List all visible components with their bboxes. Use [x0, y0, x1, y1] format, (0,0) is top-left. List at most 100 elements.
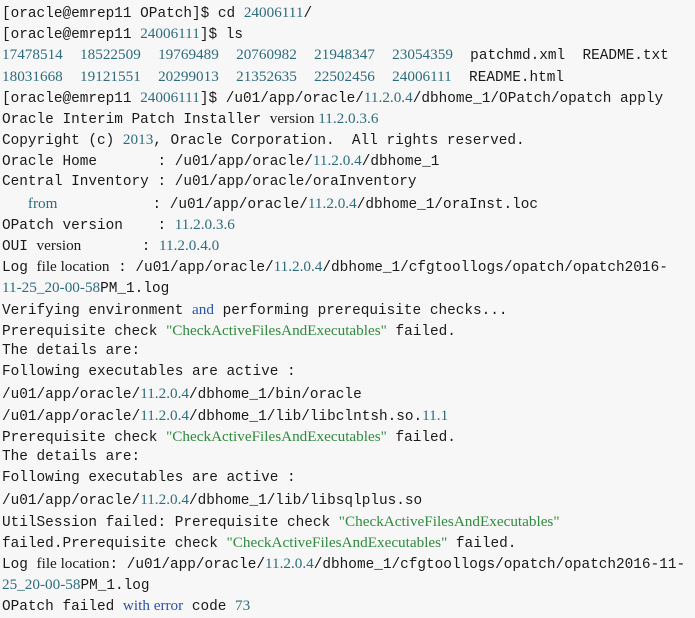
- terminal-text-token: 24006111: [140, 25, 200, 43]
- terminal-text-token: OUI: [2, 239, 37, 256]
- terminal-text-token: failed.Prerequisite check: [2, 535, 227, 552]
- terminal-text-token: 2013: [122, 131, 154, 149]
- terminal-line: [oracle@emrep11 24006111]$ ls: [2, 23, 695, 44]
- terminal-text-token: 22502456: [314, 67, 375, 85]
- terminal-text-token: 20299013: [158, 67, 219, 85]
- terminal-text-token: "CheckActiveFilesAndExecutables": [226, 533, 448, 551]
- terminal-line: OPatch version : 11.2.0.3.6: [2, 214, 695, 235]
- terminal-line: The details are:: [2, 447, 695, 468]
- terminal-text-token: ]$ ls: [199, 27, 243, 44]
- terminal-text-token: : /u01/app/oracle/: [109, 260, 274, 277]
- terminal-line: [oracle@emrep11 24006111]$ /u01/app/orac…: [2, 87, 695, 108]
- terminal-text-token: [oracle@emrep11: [2, 27, 141, 44]
- terminal-text-token: [oracle@emrep11 OPatch]$ cd: [2, 6, 244, 22]
- terminal-text-token: 11.2.0.4: [140, 406, 189, 424]
- terminal-text-token: :: [81, 239, 159, 256]
- terminal-text-token: [297, 48, 314, 64]
- terminal-line: Prerequisite check "CheckActiveFilesAndE…: [2, 320, 695, 341]
- terminal-line: Copyright (c) 2013, Oracle Corporation. …: [2, 129, 695, 150]
- terminal-text-token: 19769489: [158, 46, 219, 64]
- terminal-text-token: 21948347: [314, 46, 375, 64]
- terminal-text-token: /dbhome_1/lib/libsqlplus.so: [188, 493, 423, 510]
- terminal-text-token: ]$ /u01/app/oracle/: [199, 90, 364, 107]
- terminal-text-token: 19121551: [80, 67, 141, 85]
- terminal-text-token: 11.1: [422, 406, 449, 424]
- terminal-line: Verifying environment and performing pre…: [2, 299, 695, 320]
- terminal-line: /u01/app/oracle/11.2.0.4/dbhome_1/bin/or…: [2, 383, 695, 404]
- terminal-text-token: Copyright (c): [2, 133, 123, 150]
- terminal-text-token: 11.2.0.4: [140, 491, 189, 509]
- terminal-line: Log file location : /u01/app/oracle/11.2…: [2, 256, 695, 277]
- terminal-text-token: "CheckActiveFilesAndExecutables": [166, 427, 387, 445]
- terminal-text-token: failed.: [386, 429, 456, 446]
- terminal-text-token: 25_20-00-58: [2, 576, 81, 594]
- terminal-text-token: [375, 70, 392, 86]
- terminal-line: Following executables are active :: [2, 468, 695, 489]
- terminal-text-token: /dbhome_1: [361, 154, 440, 171]
- terminal-text-token: [219, 48, 236, 64]
- terminal-line: 11-25_20-00-58PM_1.log: [2, 277, 695, 298]
- terminal-text-token: Log: [2, 260, 37, 277]
- terminal-text-token: 17478514: [2, 46, 63, 64]
- terminal-text-token: README.html: [451, 69, 565, 86]
- terminal-text-token: 18522509: [80, 46, 141, 64]
- terminal-text-token: [2, 197, 28, 213]
- terminal-line: [oracle@emrep11 OPatch]$ cd 24006111/: [2, 2, 695, 23]
- terminal-text-token: /dbhome_1/cfgtoollogs/opatch/opatch2016-: [322, 260, 668, 277]
- terminal-text-token: file location: [36, 554, 110, 572]
- terminal-output-pane[interactable]: [oracle@emrep11 OPatch]$ cd 24006111/[or…: [0, 0, 695, 615]
- terminal-text-token: : /u01/app/oracle/: [57, 196, 308, 213]
- terminal-text-token: [63, 48, 80, 64]
- terminal-text-token: Prerequisite check: [2, 323, 167, 340]
- terminal-line: 17478514 18522509 19769489 20760982 2194…: [2, 44, 695, 65]
- terminal-line: /u01/app/oracle/11.2.0.4/dbhome_1/lib/li…: [2, 489, 695, 510]
- terminal-text-token: code: [183, 599, 236, 616]
- terminal-text-token: 18031668: [2, 67, 63, 85]
- terminal-text-token: OPatch failed: [2, 599, 123, 616]
- terminal-text-token: PM_1.log: [100, 281, 170, 298]
- terminal-line: /u01/app/oracle/11.2.0.4/dbhome_1/lib/li…: [2, 405, 695, 426]
- terminal-text-token: 73: [235, 597, 251, 615]
- terminal-text-token: [141, 70, 158, 86]
- terminal-text-token: 11.2.0.3.6: [318, 109, 379, 127]
- terminal-text-token: /dbhome_1/cfgtoollogs/opatch/opatch2016-…: [313, 556, 686, 573]
- terminal-text-token: 11.2.0.4: [264, 554, 314, 572]
- terminal-text-token: Following executables are active :: [2, 470, 296, 487]
- terminal-text-token: Oracle Home : /u01/app/oracle/: [2, 154, 313, 171]
- terminal-text-token: [219, 70, 236, 86]
- terminal-text-token: version: [36, 237, 82, 255]
- terminal-text-token: /dbhome_1/OPatch/opatch apply: [412, 90, 664, 107]
- terminal-text-token: failed.: [447, 535, 517, 552]
- terminal-line: UtilSession failed: Prerequisite check "…: [2, 511, 695, 532]
- terminal-text-token: Log: [2, 556, 37, 573]
- terminal-text-token: 11-25_20-00-58: [2, 279, 101, 297]
- terminal-line: 18031668 19121551 20299013 21352635 2250…: [2, 66, 695, 87]
- terminal-text-token: OPatch version :: [2, 217, 175, 234]
- terminal-text-token: [oracle@emrep11: [2, 90, 141, 107]
- terminal-text-token: /dbhome_1/bin/oracle: [188, 387, 362, 404]
- terminal-text-token: /u01/app/oracle/: [2, 493, 141, 510]
- terminal-text-token: Prerequisite check: [2, 429, 167, 446]
- terminal-text-token: 24006111: [243, 4, 304, 21]
- terminal-text-token: Following executables are active :: [2, 364, 296, 381]
- terminal-line: Following executables are active :: [2, 362, 695, 383]
- terminal-text-token: 24006111: [392, 67, 452, 85]
- terminal-text-token: /u01/app/oracle/: [2, 408, 141, 425]
- terminal-line: Prerequisite check "CheckActiveFilesAndE…: [2, 426, 695, 447]
- terminal-line: Log file location: /u01/app/oracle/11.2.…: [2, 553, 695, 574]
- terminal-text-token: "CheckActiveFilesAndExecutables": [338, 512, 560, 530]
- terminal-text-token: from: [27, 194, 58, 212]
- terminal-line: Central Inventory : /u01/app/oracle/oraI…: [2, 172, 695, 193]
- terminal-line: failed.Prerequisite check "CheckActiveFi…: [2, 532, 695, 553]
- terminal-line: The details are:: [2, 341, 695, 362]
- terminal-line: OPatch failed with error code 73: [2, 595, 695, 616]
- terminal-text-token: 11.2.0.4.0: [159, 237, 220, 255]
- terminal-text-token: Central Inventory : /u01/app/oracle/oraI…: [2, 173, 417, 190]
- terminal-text-token: with error: [122, 597, 184, 615]
- terminal-text-token: /: [303, 6, 313, 22]
- terminal-text-token: [63, 70, 80, 86]
- terminal-text-token: /u01/app/oracle/: [2, 387, 141, 404]
- terminal-text-token: The details are:: [2, 343, 141, 359]
- terminal-line: 25_20-00-58PM_1.log: [2, 574, 695, 595]
- terminal-text-token: failed.: [386, 323, 456, 340]
